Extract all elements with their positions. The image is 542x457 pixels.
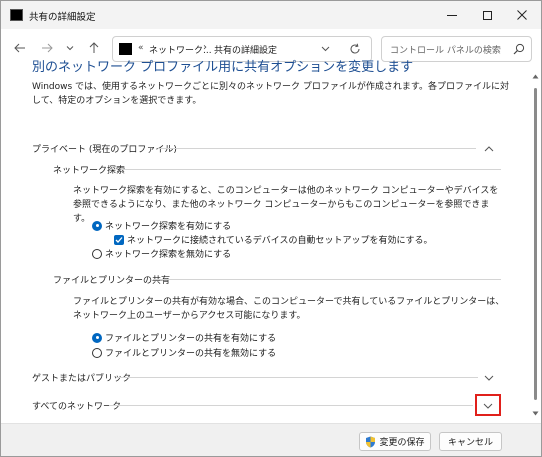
page-description: Windows では、使用するネットワークごとに別々のネットワーク プロファイル…: [32, 82, 509, 106]
radio-discovery-off[interactable]: ネットワーク探索を無効にする: [92, 247, 231, 260]
radio-sharing-on-label: ファイルとプリンターの共有を有効にする: [105, 334, 277, 344]
search-input[interactable]: コントロール パネルの検索: [390, 43, 501, 56]
all-networks-header[interactable]: すべてのネットワーク: [32, 399, 121, 412]
chevron-down-icon: [66, 46, 74, 51]
cancel-button[interactable]: キャンセル: [439, 432, 502, 451]
chevron-up-icon: [484, 146, 494, 152]
title-bar: 共有の詳細設定: [1, 1, 541, 29]
advanced-sharing-window: 共有の詳細設定 « ネットワーク... › 共有の詳細設定 コントロール パネル…: [0, 0, 542, 457]
scrollbar-thumb[interactable]: [534, 88, 537, 400]
checkbox-auto-setup[interactable]: ネットワークに接続されているデバイスの自動セットアップを有効にする。: [114, 233, 433, 246]
subsection-divider: [121, 169, 501, 170]
maximize-icon: [482, 10, 492, 20]
section-divider: [116, 377, 478, 378]
scroll-down-arrow-icon[interactable]: [532, 411, 539, 416]
radio-unselected-icon: [92, 248, 102, 259]
subsection-divider: [153, 279, 501, 280]
private-collapse-button[interactable]: [483, 143, 495, 155]
save-changes-button[interactable]: 変更の保存: [359, 432, 431, 451]
radio-discovery-off-label: ネットワーク探索を無効にする: [105, 250, 232, 260]
minimize-icon: [447, 14, 457, 16]
scroll-up-arrow-icon[interactable]: [532, 74, 539, 79]
up-button[interactable]: [85, 39, 103, 57]
refresh-button[interactable]: [348, 42, 362, 56]
search-icon: [513, 43, 525, 55]
forward-button[interactable]: [38, 39, 56, 57]
radio-selected-icon: [92, 332, 102, 343]
file-printer-sharing-description: ファイルとプリンターの共有が有効な場合、このコンピューターで共有しているファイル…: [73, 297, 505, 321]
close-button[interactable]: [502, 1, 541, 29]
checkbox-auto-setup-label: ネットワークに接続されているデバイスの自動セットアップを有効にする。: [127, 236, 433, 246]
maximize-button[interactable]: [467, 1, 507, 29]
back-button[interactable]: [11, 39, 29, 57]
section-divider: [109, 405, 473, 406]
window-title: 共有の詳細設定: [29, 12, 96, 23]
save-changes-label: 変更の保存: [379, 438, 425, 448]
close-icon: [517, 10, 527, 20]
radio-sharing-on[interactable]: ファイルとプリンターの共有を有効にする: [92, 331, 276, 344]
arrow-right-icon: [42, 43, 53, 53]
arrow-left-icon: [14, 43, 25, 53]
radio-discovery-on-label: ネットワーク探索を有効にする: [105, 222, 232, 232]
radio-selected-icon: [92, 220, 102, 231]
arrow-up-icon: [89, 42, 99, 53]
radio-sharing-off[interactable]: ファイルとプリンターの共有を無効にする: [92, 346, 276, 359]
breadcrumb-separator[interactable]: ›: [203, 42, 207, 53]
radio-sharing-off-label: ファイルとプリンターの共有を無効にする: [105, 349, 277, 359]
chevron-down-icon: [484, 375, 494, 381]
page-title: 別のネットワーク プロファイル用に共有オプションを変更します: [32, 60, 414, 75]
network-discovery-title: ネットワーク探索: [53, 166, 126, 176]
radio-discovery-on[interactable]: ネットワーク探索を有効にする: [92, 219, 231, 232]
refresh-icon: [350, 43, 360, 54]
minimize-button[interactable]: [432, 1, 472, 29]
control-panel-icon: [119, 43, 132, 55]
checkbox-checked-icon: [114, 234, 124, 245]
guest-expand-button[interactable]: [483, 372, 495, 384]
chevron-down-icon: [321, 46, 329, 52]
recent-locations-button[interactable]: [61, 39, 79, 57]
dialog-footer: 変更の保存 キャンセル: [1, 423, 541, 456]
app-icon: [10, 9, 23, 21]
breadcrumb-current[interactable]: 共有の詳細設定: [214, 43, 277, 56]
address-dropdown-button[interactable]: [318, 42, 332, 56]
radio-unselected-icon: [92, 347, 102, 358]
uac-shield-icon: [366, 436, 376, 447]
highlight-box: [475, 394, 501, 416]
section-divider: [158, 148, 476, 149]
address-overflow[interactable]: «: [138, 43, 144, 53]
private-profile-header[interactable]: プライベート (現在のプロファイル): [32, 142, 177, 155]
